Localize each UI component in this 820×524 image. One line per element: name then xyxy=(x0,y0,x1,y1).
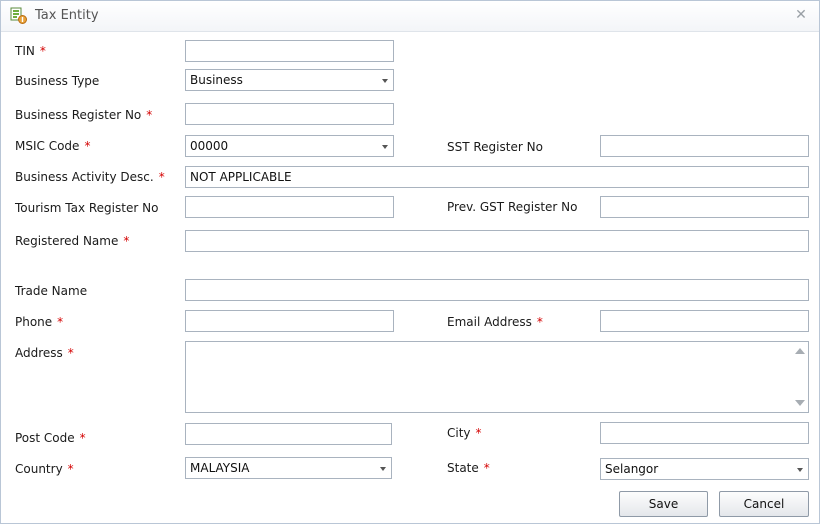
required-marker: * xyxy=(158,170,165,184)
tin-input[interactable] xyxy=(185,40,394,62)
save-button[interactable]: Save xyxy=(619,491,708,517)
registered-name-input[interactable] xyxy=(185,230,809,252)
phone-input[interactable] xyxy=(185,310,394,332)
country-value: MALAYSIA xyxy=(190,461,250,475)
sst-register-no-input[interactable] xyxy=(600,135,809,157)
post-code-label: Post Code * xyxy=(15,431,86,445)
required-marker: * xyxy=(79,431,86,445)
city-input[interactable] xyxy=(600,422,809,444)
business-activity-desc-input[interactable]: NOT APPLICABLE xyxy=(185,166,809,188)
registered-name-label: Registered Name * xyxy=(15,234,130,248)
trade-name-label: Trade Name xyxy=(15,284,88,298)
required-marker: * xyxy=(483,461,490,475)
prev-gst-register-no-input[interactable] xyxy=(600,196,809,218)
country-label: Country * xyxy=(15,462,74,476)
business-activity-desc-label: Business Activity Desc. * xyxy=(15,170,165,184)
title-bar: Tax Entity ✕ xyxy=(1,1,819,32)
required-marker: * xyxy=(84,139,91,153)
required-marker: * xyxy=(39,44,46,58)
required-marker: * xyxy=(123,234,130,248)
email-address-input[interactable] xyxy=(600,310,809,332)
state-value: Selangor xyxy=(605,462,659,476)
msic-code-label: MSIC Code * xyxy=(15,139,91,153)
city-label: City * xyxy=(447,426,482,440)
app-form-icon xyxy=(10,7,27,24)
required-marker: * xyxy=(475,426,482,440)
tourism-tax-register-no-label: Tourism Tax Register No xyxy=(15,201,159,215)
window-title: Tax Entity xyxy=(35,8,99,23)
required-marker: * xyxy=(67,346,74,360)
cancel-button[interactable]: Cancel xyxy=(719,491,809,517)
dropdown-arrow-icon xyxy=(382,145,388,149)
business-type-value: Business xyxy=(190,73,243,87)
country-select[interactable]: MALAYSIA xyxy=(185,457,392,479)
dropdown-arrow-icon xyxy=(380,467,386,471)
dropdown-arrow-icon xyxy=(382,79,388,83)
required-marker: * xyxy=(146,108,153,122)
tourism-tax-register-no-input[interactable] xyxy=(185,196,394,218)
business-type-select[interactable]: Business xyxy=(185,69,394,91)
post-code-input[interactable] xyxy=(185,423,392,445)
required-marker: * xyxy=(67,462,74,476)
tax-entity-dialog: Tax Entity ✕ TIN * Business Type Business… xyxy=(0,0,820,524)
required-marker: * xyxy=(536,315,543,329)
dropdown-arrow-icon xyxy=(797,468,803,472)
business-register-no-input[interactable] xyxy=(185,103,394,125)
tin-label: TIN * xyxy=(15,44,46,58)
msic-code-value: 00000 xyxy=(190,139,229,153)
scroll-down-icon[interactable] xyxy=(795,400,805,406)
address-textarea[interactable] xyxy=(185,341,809,413)
business-register-no-label: Business Register No * xyxy=(15,108,153,122)
state-label: State * xyxy=(447,461,490,475)
sst-register-no-label: SST Register No xyxy=(447,140,543,154)
business-type-label: Business Type xyxy=(15,74,100,88)
msic-code-select[interactable]: 00000 xyxy=(185,135,394,157)
prev-gst-register-no-label: Prev. GST Register No xyxy=(447,200,578,214)
email-address-label: Email Address * xyxy=(447,315,543,329)
required-marker: * xyxy=(57,315,64,329)
address-scrollbar[interactable] xyxy=(791,342,808,412)
scroll-up-icon[interactable] xyxy=(795,348,805,354)
close-icon[interactable]: ✕ xyxy=(791,5,811,25)
address-label: Address * xyxy=(15,346,74,360)
state-select[interactable]: Selangor xyxy=(600,458,809,480)
phone-label: Phone * xyxy=(15,315,64,329)
trade-name-input[interactable] xyxy=(185,279,809,301)
